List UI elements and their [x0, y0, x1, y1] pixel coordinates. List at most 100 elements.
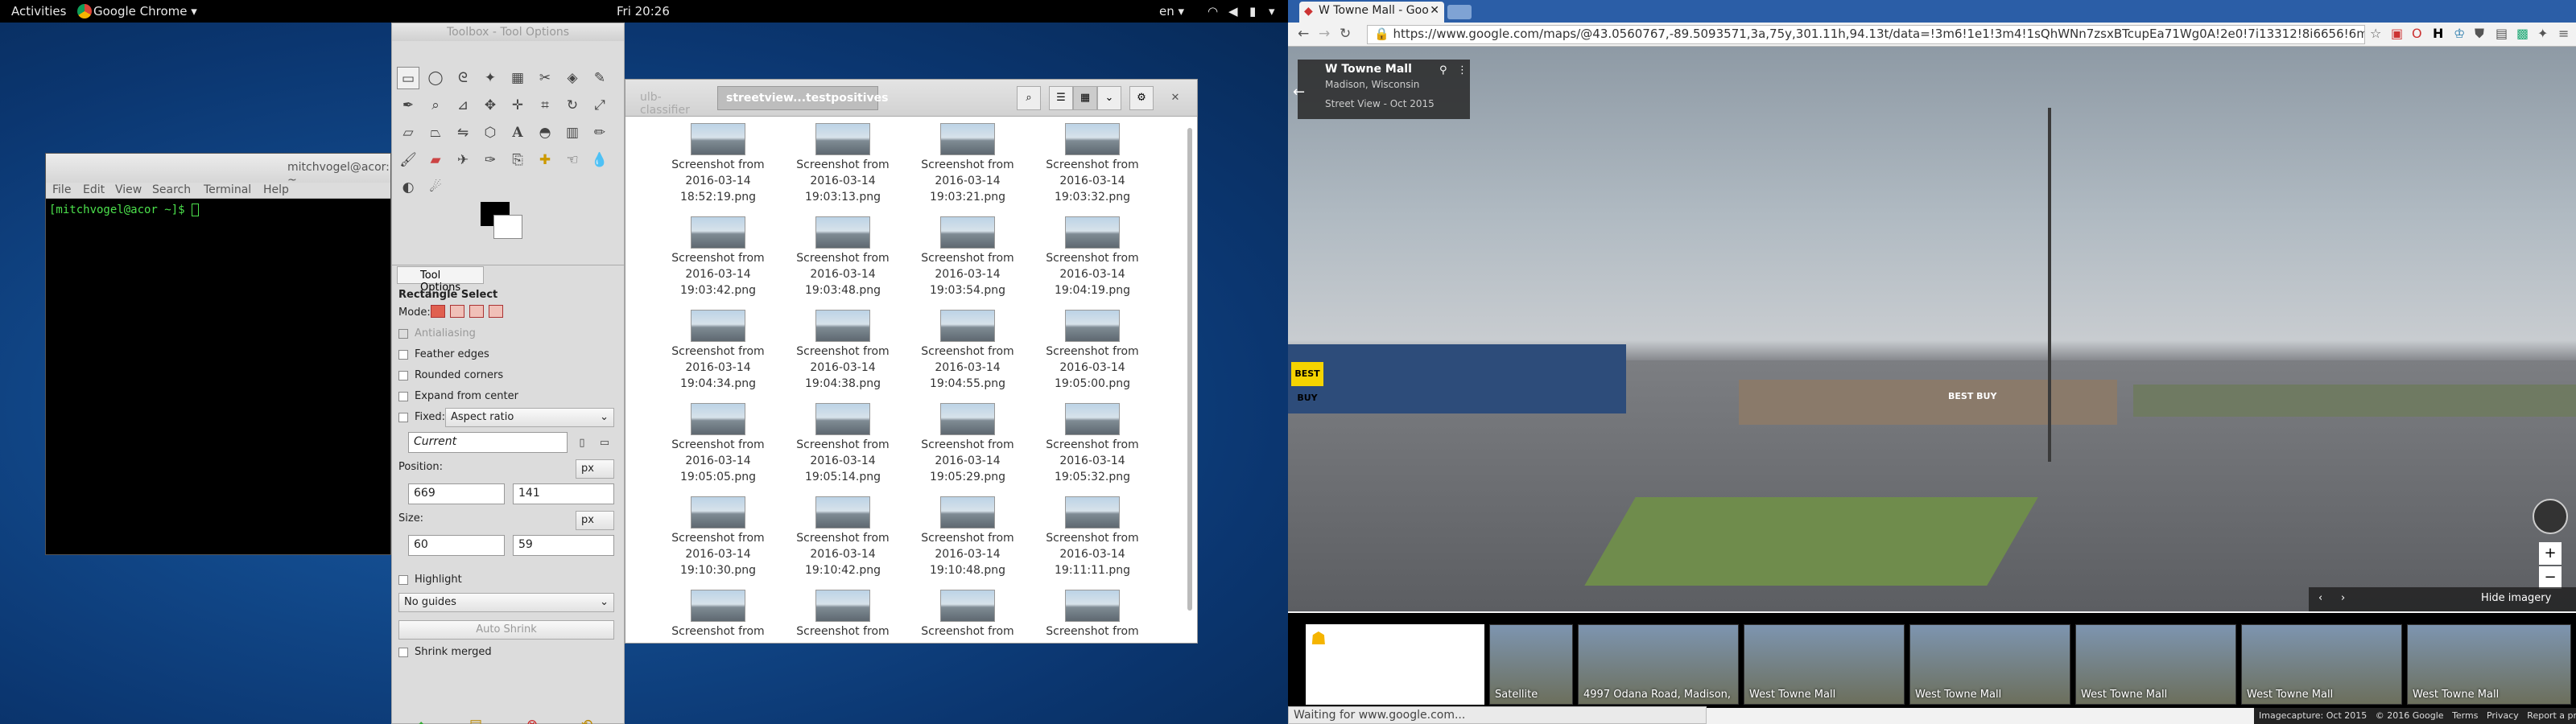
close-icon[interactable]: ✕ [1166, 89, 1184, 107]
rounded-checkbox[interactable] [398, 371, 408, 381]
save-options-icon[interactable]: ⏶ [410, 714, 432, 724]
mode-subtract-icon[interactable] [469, 305, 484, 318]
delete-options-icon[interactable]: ⊗ [521, 714, 543, 724]
view-options-icon[interactable]: ⌄ [1097, 86, 1121, 110]
paintbrush-icon[interactable]: 🖌 [397, 149, 419, 171]
guides-dropdown[interactable]: No guides ⌄ [398, 593, 614, 612]
app-menu[interactable]: Google Chrome ▾ [93, 4, 197, 19]
file-item[interactable]: Screenshot from 2016-03-14 19:11:11.png [1032, 496, 1153, 578]
zoom-in-button[interactable]: + [2539, 542, 2562, 565]
menu-search[interactable]: Search [152, 183, 191, 196]
shear-icon[interactable]: ▱ [397, 121, 419, 144]
photo-card[interactable]: West Towne Mall [1744, 624, 1905, 705]
file-manager-window[interactable]: ulb-classifier streetview...testpositive… [625, 79, 1198, 644]
size-h-input[interactable]: 59 [513, 535, 614, 556]
pegman-card[interactable]: ☗ [1306, 624, 1484, 705]
h-extension-icon[interactable]: H [2433, 26, 2443, 41]
file-item[interactable]: Screenshot from [907, 590, 1028, 640]
list-view-icon[interactable]: ☰ [1049, 86, 1073, 110]
wifi-icon[interactable]: ◠ [1208, 4, 1218, 19]
hide-imagery-button[interactable]: Hide imagery [2481, 592, 2551, 604]
shrink-merged-checkbox[interactable] [398, 648, 408, 657]
clock[interactable]: Fri 20:26 [617, 4, 670, 19]
blend-icon[interactable]: ▥ [561, 121, 584, 144]
compass-icon[interactable] [2533, 499, 2568, 534]
photo-card[interactable]: 4997 Odana Road, Madison, [1578, 624, 1739, 705]
file-item[interactable]: Screenshot from 2016-03-14 19:04:38.png [782, 310, 903, 392]
menu-help[interactable]: Help [263, 183, 289, 196]
file-item[interactable]: Screenshot from [658, 590, 778, 640]
photo-card[interactable]: West Towne Mall [1909, 624, 2070, 705]
expand-checkbox[interactable] [398, 392, 408, 401]
tab-streetview[interactable]: streetview...testpositives [717, 86, 888, 110]
battery-icon[interactable]: ▮ [1249, 4, 1256, 19]
back-arrow-icon[interactable]: ← [1293, 84, 1305, 101]
ink-icon[interactable]: ✑ [479, 149, 502, 171]
move-icon[interactable]: ✥ [479, 94, 502, 117]
next-icon[interactable]: › [2341, 592, 2345, 604]
keyboard-layout[interactable]: en ▾ [1159, 4, 1184, 19]
file-item[interactable]: Screenshot from 2016-03-14 19:03:42.png [658, 216, 778, 298]
cage-icon[interactable]: ⬡ [479, 121, 502, 144]
foreground-select-icon[interactable]: ◈ [561, 67, 584, 89]
file-item[interactable]: Screenshot from 2016-03-14 19:05:29.png [907, 403, 1028, 485]
footer-report[interactable]: Report a problem [2527, 710, 2576, 721]
menu-file[interactable]: File [52, 183, 71, 196]
close-tab-icon[interactable]: ✕ [1430, 4, 1439, 17]
reset-options-icon[interactable]: ⟲ [576, 714, 598, 724]
file-item[interactable]: Screenshot from 2016-03-14 19:03:13.png [782, 123, 903, 205]
star-icon[interactable]: ☆ [2370, 26, 2381, 41]
dodge-icon[interactable]: ◐ [397, 176, 419, 199]
browser-tab[interactable]: ◆ W Towne Mall - Goo ✕ [1299, 2, 1444, 23]
file-item[interactable]: Screenshot from 2016-03-14 19:04:34.png [658, 310, 778, 392]
satellite-card[interactable]: Satellite [1489, 624, 1573, 705]
menu-terminal[interactable]: Terminal [204, 183, 251, 196]
text-tool-icon[interactable]: A [506, 121, 529, 144]
forward-icon[interactable]: → [1319, 26, 1330, 42]
fixed-dropdown[interactable]: Aspect ratio ⌄ [445, 408, 614, 427]
terminal-titlebar[interactable]: mitchvogel@acor: ~ [46, 154, 390, 187]
file-item[interactable]: Screenshot from [1032, 590, 1153, 640]
photo-card[interactable]: West Towne Mall [2075, 624, 2236, 705]
gimp-toolbox[interactable]: Toolbox - Tool Options ▭ ◯ ᘓ ✦ ▦ ✂ ◈ ✎ ✒… [391, 23, 625, 724]
sv-date[interactable]: Street View - Oct 2015 [1325, 98, 1435, 109]
size-unit[interactable]: px [576, 511, 614, 530]
back-icon[interactable]: ← [1298, 26, 1309, 42]
background-color[interactable] [493, 215, 522, 239]
file-item[interactable]: Screenshot from 2016-03-14 19:10:48.png [907, 496, 1028, 578]
scissors-icon[interactable]: ✂ [534, 67, 556, 89]
new-tab-button[interactable] [1447, 5, 1472, 19]
scrollbar[interactable] [1187, 128, 1192, 611]
activities-button[interactable]: Activities [11, 4, 66, 19]
extension-icon[interactable]: ▣ [2391, 26, 2403, 41]
photo-card[interactable]: West Towne Mall [2407, 624, 2571, 705]
file-item[interactable]: Screenshot from 2016-03-14 19:03:21.png [907, 123, 1028, 205]
prev-icon[interactable]: ‹ [2318, 592, 2322, 604]
menu-icon[interactable]: ≡ [2558, 26, 2569, 41]
file-item[interactable]: Screenshot from 2016-03-14 19:03:54.png [907, 216, 1028, 298]
rect-select-icon[interactable]: ▭ [397, 67, 419, 89]
footer-privacy[interactable]: Privacy [2487, 710, 2519, 721]
eraser-icon[interactable]: ▰ [424, 149, 447, 171]
file-item[interactable]: Screenshot from 2016-03-14 19:05:05.png [658, 403, 778, 485]
current-field[interactable]: Current [408, 432, 568, 453]
highlight-checkbox[interactable] [398, 575, 408, 585]
size-w-input[interactable]: 60 [408, 535, 505, 556]
smudge-icon[interactable]: ☜ [561, 149, 584, 171]
terminal-prompt[interactable]: [mitchvogel@acor ~]$ [49, 204, 200, 216]
system-menu-icon[interactable]: ▾ [1269, 4, 1275, 19]
pin-icon[interactable]: ⚲ [1439, 64, 1447, 76]
file-item[interactable]: Screenshot from 2016-03-14 19:05:00.png [1032, 310, 1153, 392]
bucket-fill-icon[interactable]: ◓ [534, 121, 556, 144]
lasso-icon[interactable]: ᘓ [452, 67, 474, 89]
tab-tool-options[interactable]: Tool Options [397, 266, 484, 294]
scale-icon[interactable]: ⤢ [588, 94, 611, 117]
download-icon[interactable]: ▤ [2496, 26, 2508, 41]
gear-icon[interactable]: ⚙ [1129, 86, 1154, 110]
crown-icon[interactable]: ♔ [2454, 26, 2465, 41]
fixed-checkbox[interactable] [398, 413, 408, 422]
address-bar[interactable]: 🔒 https://www.google.com/maps/@43.056076… [1367, 25, 2365, 44]
file-item[interactable]: Screenshot from 2016-03-14 19:03:32.png [1032, 123, 1153, 205]
crop-icon[interactable]: ⌗ [534, 94, 556, 117]
terminal-window[interactable]: mitchvogel@acor: ~ File Edit View Search… [45, 153, 391, 555]
